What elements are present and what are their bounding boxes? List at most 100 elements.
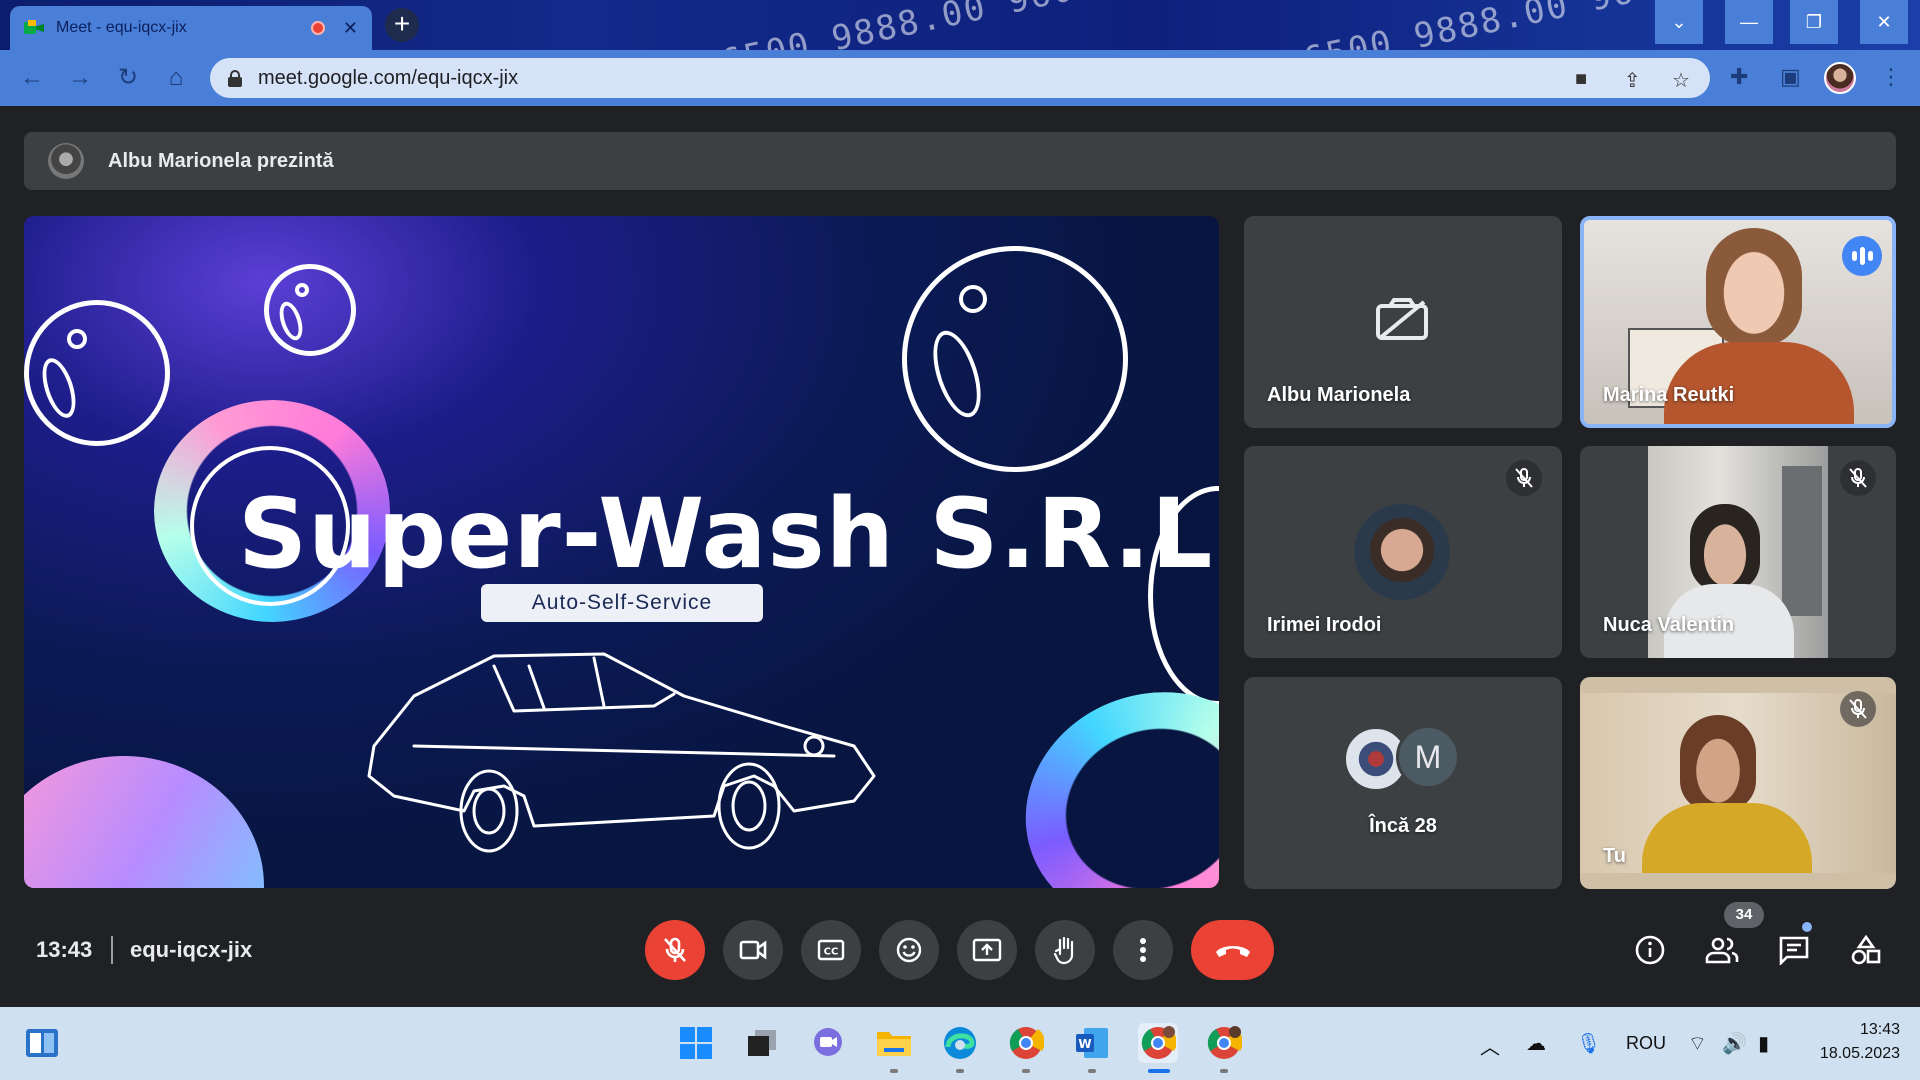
restore-window-button[interactable]: ❐ bbox=[1790, 0, 1838, 44]
word-button[interactable]: W bbox=[1072, 1023, 1112, 1063]
video-camera-icon bbox=[739, 940, 767, 960]
participant-avatar-letter: M bbox=[1396, 725, 1460, 789]
chat-icon bbox=[1779, 936, 1809, 965]
theme-background-digits: 442.71 6500 9888.00 9600 1027.33 69 bbox=[564, 0, 1342, 50]
browser-toolbar: ← → ↻ ⌂ meet.google.com/equ-iqcx-jix ■ ⇪… bbox=[0, 50, 1920, 106]
reload-button[interactable]: ↻ bbox=[114, 64, 142, 92]
chat-button[interactable] bbox=[1768, 924, 1820, 976]
slide-subtitle: Auto-Self-Service bbox=[481, 584, 763, 622]
volume-icon[interactable]: 🔊 bbox=[1722, 1031, 1747, 1056]
bookmark-star-icon[interactable]: ☆ bbox=[1672, 68, 1690, 93]
end-call-icon bbox=[1215, 946, 1250, 957]
meeting-clock: 13:43 bbox=[36, 937, 93, 962]
chrome-browser-icon bbox=[1141, 1026, 1176, 1059]
edge-button[interactable] bbox=[940, 1023, 980, 1063]
unread-chat-dot bbox=[1802, 922, 1812, 932]
leave-call-button[interactable] bbox=[1191, 920, 1274, 980]
forward-button[interactable]: → bbox=[66, 64, 94, 92]
shared-screen-presentation[interactable]: Super-Wash S.R.L. Auto-Self-Service bbox=[24, 216, 1219, 888]
chrome-browser-icon bbox=[1207, 1026, 1242, 1059]
present-screen-icon bbox=[972, 938, 1002, 962]
taskbar-clock-time[interactable]: 13:43 bbox=[1806, 1021, 1900, 1039]
present-now-button[interactable] bbox=[957, 920, 1017, 980]
chrome-active-button[interactable] bbox=[1138, 1023, 1178, 1063]
wifi-icon[interactable]: ⌔ bbox=[1688, 1031, 1707, 1056]
taskbar-clock-date[interactable]: 18.05.2023 bbox=[1806, 1045, 1900, 1063]
running-indicator bbox=[890, 1069, 898, 1073]
closed-captions-icon: CC bbox=[817, 939, 845, 961]
camera-toggle-button[interactable] bbox=[723, 920, 783, 980]
participant-tile[interactable]: Nuca Valentin bbox=[1580, 446, 1896, 658]
microphone-toggle-button[interactable] bbox=[645, 920, 705, 980]
microphone-in-use-icon[interactable]: 🎙 bbox=[1576, 1031, 1601, 1056]
url-text[interactable]: meet.google.com/equ-iqcx-jix bbox=[258, 67, 518, 90]
activities-shapes-icon bbox=[1851, 934, 1881, 965]
home-button[interactable]: ⌂ bbox=[162, 64, 190, 92]
muted-mic-icon bbox=[1840, 460, 1876, 496]
share-icon[interactable]: ⇪ bbox=[1624, 68, 1641, 93]
presenting-label: Albu Marionela prezintă bbox=[108, 149, 334, 172]
people-button[interactable] bbox=[1696, 924, 1748, 976]
participant-face bbox=[1690, 504, 1760, 592]
edge-browser-icon bbox=[944, 1027, 976, 1059]
onedrive-cloud-icon[interactable]: ☁ bbox=[1526, 1031, 1546, 1056]
raise-hand-button[interactable] bbox=[1035, 920, 1095, 980]
side-panel-icon[interactable]: ▣ bbox=[1780, 64, 1801, 90]
participant-tile[interactable]: Albu Marionela bbox=[1244, 216, 1562, 428]
reactions-button[interactable] bbox=[879, 920, 939, 980]
chrome-profile-button[interactable] bbox=[1006, 1023, 1046, 1063]
participant-tile-active-speaker[interactable]: Marina Reutki bbox=[1580, 216, 1896, 428]
bubble-graphic bbox=[24, 300, 170, 446]
bubble-graphic bbox=[264, 264, 356, 356]
captions-button[interactable]: CC bbox=[801, 920, 861, 980]
input-language-indicator[interactable]: ROU bbox=[1626, 1033, 1666, 1054]
participant-name: Albu Marionela bbox=[1267, 384, 1411, 406]
car-outline-graphic bbox=[367, 652, 876, 853]
slide-title: Super-Wash S.R.L. bbox=[238, 478, 1219, 590]
participant-tile[interactable]: Irimei Irodoi bbox=[1244, 446, 1562, 658]
extensions-icon[interactable]: ✚ bbox=[1730, 64, 1748, 90]
info-icon bbox=[1635, 935, 1665, 965]
more-participants-label: Încă 28 bbox=[1369, 815, 1437, 837]
self-face bbox=[1680, 715, 1756, 811]
folder-icon bbox=[877, 1032, 911, 1056]
participant-name: Irimei Irodoi bbox=[1267, 614, 1382, 636]
profile-avatar[interactable] bbox=[1824, 62, 1856, 94]
show-hidden-icons-chevron-up-icon[interactable]: ︿ bbox=[1480, 1031, 1500, 1060]
activities-button[interactable] bbox=[1840, 924, 1892, 976]
chrome-menu-icon[interactable]: ⋮ bbox=[1880, 64, 1902, 90]
address-bar[interactable]: meet.google.com/equ-iqcx-jix ■ ⇪ ☆ bbox=[210, 58, 1710, 98]
chrome-profile-2-button[interactable] bbox=[1204, 1023, 1244, 1063]
battery-charging-icon[interactable]: ▮ bbox=[1758, 1031, 1769, 1056]
meeting-details-button[interactable] bbox=[1624, 924, 1676, 976]
file-explorer-button[interactable] bbox=[874, 1023, 914, 1063]
mic-off-icon bbox=[664, 937, 686, 962]
browser-tab[interactable]: Meet - equ-iqcx-jix ✕ bbox=[10, 6, 372, 50]
self-view-tile[interactable]: Tu bbox=[1580, 677, 1896, 889]
tab-search-icon[interactable]: ⌄ bbox=[1655, 0, 1703, 44]
close-tab-icon[interactable]: ✕ bbox=[343, 18, 358, 39]
participant-video-door bbox=[1782, 466, 1822, 616]
new-tab-button[interactable]: + bbox=[385, 8, 419, 42]
running-indicator bbox=[1022, 1069, 1030, 1073]
minimize-window-button[interactable]: — bbox=[1725, 0, 1773, 44]
lock-icon[interactable] bbox=[228, 70, 242, 87]
back-button[interactable]: ← bbox=[18, 64, 46, 92]
close-window-button[interactable]: ✕ bbox=[1860, 0, 1908, 44]
muted-mic-icon bbox=[1506, 460, 1542, 496]
camera-in-use-icon[interactable]: ■ bbox=[1575, 68, 1587, 91]
task-view-button[interactable] bbox=[742, 1023, 782, 1063]
more-options-button[interactable] bbox=[1113, 920, 1173, 980]
participant-name: Tu bbox=[1603, 845, 1626, 867]
more-participants-tile[interactable]: M Încă 28 bbox=[1244, 677, 1562, 889]
camera-off-icon bbox=[1376, 298, 1428, 340]
teams-chat-button[interactable] bbox=[808, 1023, 848, 1063]
participant-name: Nuca Valentin bbox=[1603, 614, 1735, 636]
svg-text:W: W bbox=[1078, 1037, 1091, 1051]
running-indicator bbox=[956, 1069, 964, 1073]
start-button[interactable] bbox=[676, 1023, 716, 1063]
active-app-indicator bbox=[1148, 1069, 1170, 1073]
running-indicator bbox=[1088, 1069, 1096, 1073]
widgets-button[interactable] bbox=[22, 1023, 62, 1063]
divider bbox=[111, 936, 113, 964]
